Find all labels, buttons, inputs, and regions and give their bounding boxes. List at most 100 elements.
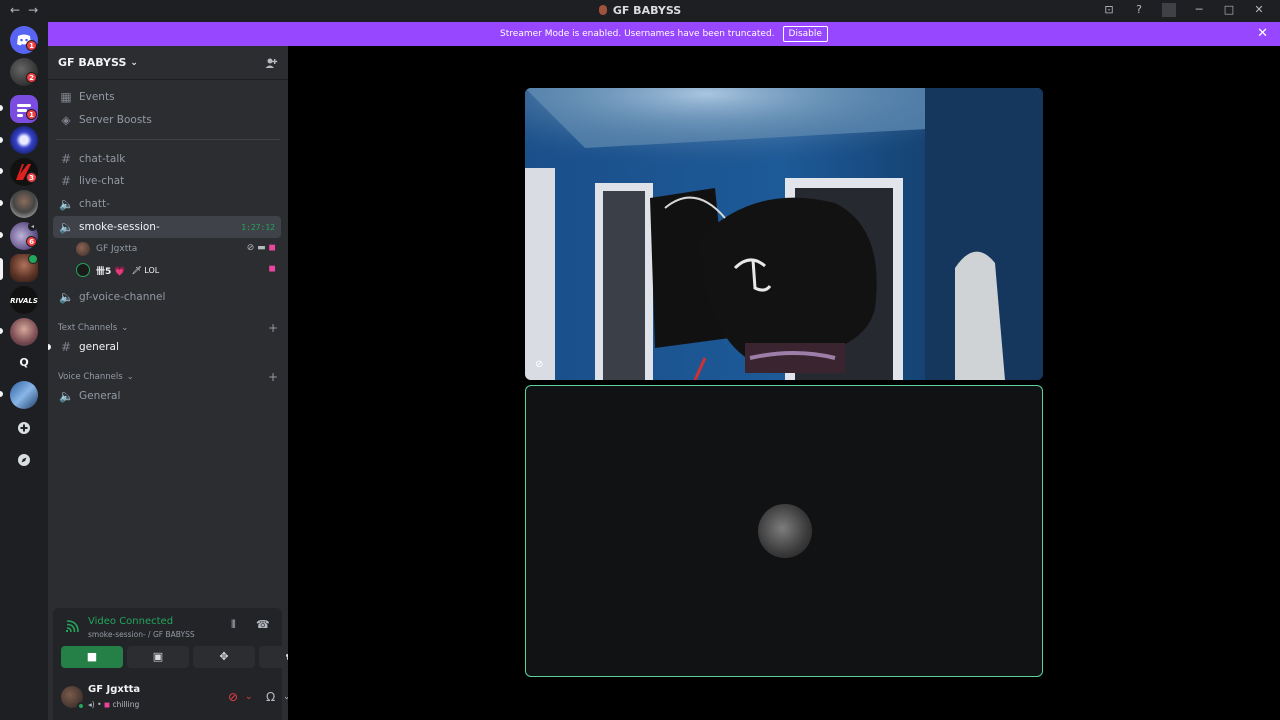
server-header[interactable]: GF BABYSS ⌄ [48,46,288,80]
participant-avatar [758,504,812,558]
channel-smoke-session[interactable]: 🔈 smoke-session- 1:27:12 [53,216,281,238]
unread-pill [0,168,3,174]
minimize-icon[interactable]: ─ [1192,3,1206,17]
close-banner-icon[interactable]: ✕ [1257,26,1268,41]
add-server-icon[interactable] [10,414,38,442]
avatar [76,242,90,256]
video-live-indicator [28,254,38,264]
headphones-icon[interactable]: Ω [266,690,275,704]
channel-label: live-chat [79,175,125,187]
voice-speaker-icon: ◂ [28,222,37,231]
camera-icon: ■ [86,650,98,663]
speaker-icon: 🔈 [59,290,74,304]
streamer-mode-banner: Streamer Mode is enabled. Usernames have… [48,22,1280,46]
user-name[interactable]: GF Jgxtta [88,684,140,695]
speaker-icon: ◂) [88,700,95,709]
channel-general-voice[interactable]: 🔈 General [53,385,281,407]
hashtag-icon: # [60,152,72,166]
session-timer: 1:27:12 [241,222,275,232]
video-tile-camera[interactable]: ⊘ [525,88,1043,380]
chevron-down-icon: ⌄ [130,57,138,68]
channel-chat-talk[interactable]: # chat-talk [53,148,281,170]
screen-share-button[interactable]: ▣ [127,646,189,668]
server-icon[interactable] [10,126,38,154]
channel-label: smoke-session- [79,221,160,233]
notification-badge: 1 [26,40,37,51]
close-window-icon[interactable]: ✕ [1252,3,1266,17]
muted-mic-icon: ⊘ [246,243,255,253]
user-panel: GF Jgxtta ◂) • ◼ chilling ⊘ ⌄ Ω ⌄ ⚙ [53,678,314,720]
user-status: ◂) • ◼ chilling [88,700,140,709]
camera-button[interactable]: ■ [61,646,123,668]
online-status-indicator [77,702,85,710]
avatar [76,263,90,277]
server-icon-letter[interactable]: Q [10,349,38,377]
camera-icon: ▬ [257,243,266,253]
chevron-down-icon[interactable]: ⌄ [245,692,253,702]
unread-pill [0,391,3,397]
server-icon[interactable] [10,190,38,218]
unread-pill [0,328,3,334]
channel-general[interactable]: # general [53,336,281,358]
noise-suppression-icon[interactable]: ⦀ [231,618,236,632]
unread-pill [0,105,3,111]
voice-status[interactable]: Video Connected [88,616,173,627]
activities-button[interactable]: ✥ [193,646,255,668]
invite-people-icon[interactable] [264,56,278,73]
inbox-icon[interactable]: ⊡ [1102,3,1116,17]
hashtag-icon: # [60,174,72,188]
voice-location[interactable]: smoke-session- / GF BABYSS [88,630,195,639]
channel-chatt[interactable]: 🔈 chatt- [53,193,281,215]
server-icon[interactable] [10,318,38,346]
voice-user[interactable]: GF Jgxtta [76,239,137,259]
maximize-icon[interactable]: □ [1222,3,1236,17]
channel-label: General [79,390,121,402]
category-label: Text Channels [58,323,118,333]
calendar-icon: ▦ [60,90,72,104]
video-stage: ⊘ [288,46,1280,720]
channel-label: gf-voice-channel [79,291,166,303]
events-label: Events [79,91,115,103]
unread-pill [0,232,3,238]
events-item[interactable]: ▦ Events [53,86,281,108]
muted-mic-icon[interactable]: ⊘ [228,690,238,704]
server-boosts-item[interactable]: ◈ Server Boosts [53,109,281,131]
category-label: Voice Channels [58,372,123,382]
signal-icon[interactable] [65,620,79,637]
server-name: GF BABYSS [58,56,127,69]
help-icon[interactable]: ? [1132,3,1146,17]
add-channel-icon[interactable]: + [268,370,278,384]
activity-icon: ◼ [268,264,276,274]
speaker-icon: 🔈 [59,389,74,403]
unread-pill [0,137,3,143]
video-tile-speaking[interactable] [525,385,1043,677]
chevron-down-icon: ⌄ [126,372,134,382]
notification-badge: 6 [26,236,37,247]
server-icon[interactable] [10,381,38,409]
add-channel-icon[interactable]: + [268,321,278,335]
activity-icon: ◼ [103,700,111,709]
channel-sidebar: GF BABYSS ⌄ ▦ Events ◈ Server Boosts # chat… [48,46,321,720]
camera-feed-image [525,88,1043,380]
voice-user-name: GF Jgxtta [96,244,138,254]
category-text-channels[interactable]: Text Channels ⌄ + [58,321,282,335]
speaker-icon: 🔈 [59,197,74,211]
category-voice-channels[interactable]: Voice Channels ⌄ + [58,370,282,384]
channel-gf-voice-channel[interactable]: 🔈 gf-voice-channel [53,286,281,308]
voice-user-tag: 🗡 LOL [131,265,160,275]
server-icon[interactable]: RIVALS [10,286,38,314]
discover-compass-icon[interactable] [10,446,38,474]
channel-live-chat[interactable]: # live-chat [53,170,281,192]
divider [1162,3,1176,17]
disable-streamer-mode-button[interactable]: Disable [782,26,828,42]
window-title-text: GF BABYSS [612,4,682,17]
channel-label: general [79,341,119,353]
speaker-icon: 🔈 [59,220,74,234]
unread-pill [48,344,51,350]
disconnect-icon[interactable]: ☎ [256,618,270,631]
screen-share-icon: ▣ [152,650,164,663]
server-favicon-icon [598,5,607,15]
boost-gem-icon: ◈ [61,113,71,127]
voice-user[interactable]: 卌5 💗 🗡 LOL [76,260,159,280]
voice-user-status-icons: ⊘ ▬ ◼ [247,243,276,253]
